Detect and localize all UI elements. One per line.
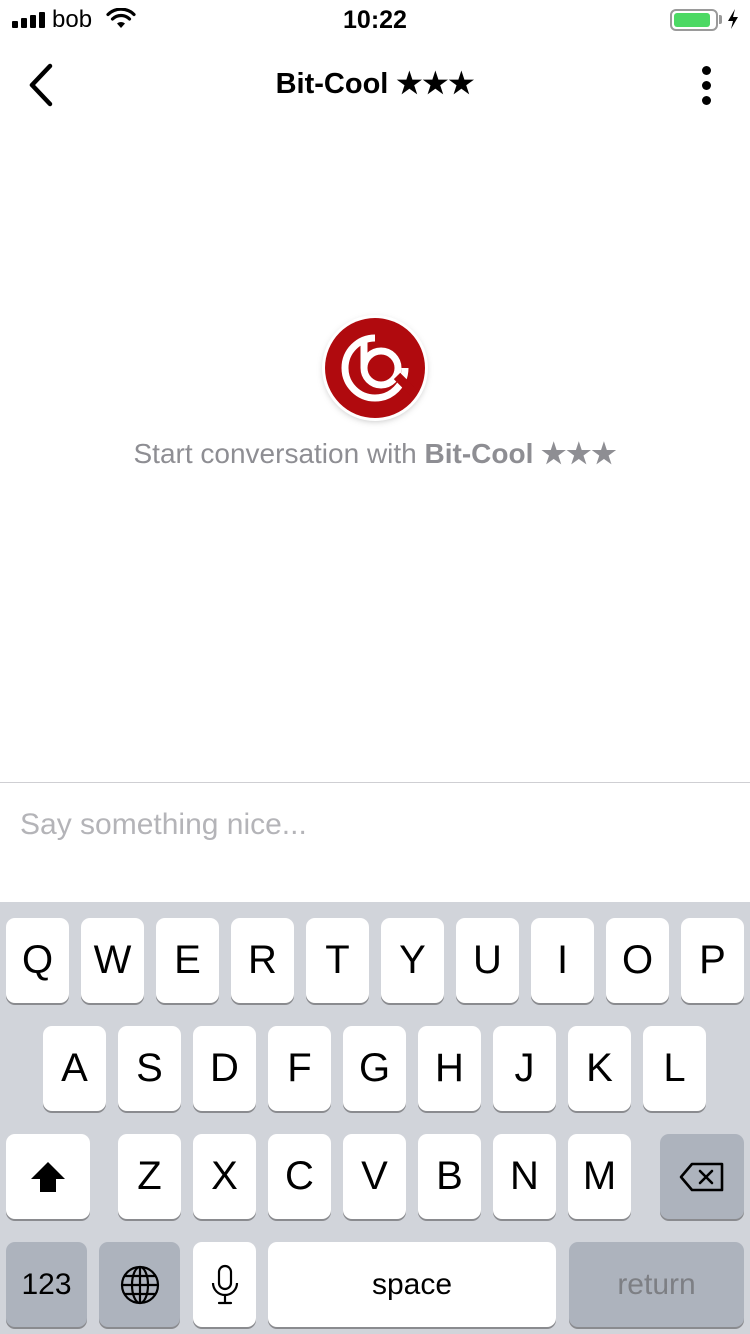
- empty-state-text: Start conversation with Bit-Cool ★★★: [0, 437, 750, 470]
- keyboard: Q W E R T Y U I O P A S D F G H J K L Z …: [0, 902, 750, 1334]
- battery-icon: [670, 9, 718, 31]
- battery-level: [674, 13, 710, 27]
- key-t[interactable]: T: [306, 918, 369, 1003]
- more-dot: [701, 95, 711, 105]
- navigation-bar: Bit-Cool ★★★: [0, 40, 750, 130]
- key-q[interactable]: Q: [6, 918, 69, 1003]
- key-n[interactable]: N: [493, 1134, 556, 1219]
- key-e[interactable]: E: [156, 918, 219, 1003]
- key-y[interactable]: Y: [381, 918, 444, 1003]
- message-composer: [0, 782, 750, 902]
- key-x[interactable]: X: [193, 1134, 256, 1219]
- key-w[interactable]: W: [81, 918, 144, 1003]
- key-k[interactable]: K: [568, 1026, 631, 1111]
- key-r[interactable]: R: [231, 918, 294, 1003]
- key-l[interactable]: L: [643, 1026, 706, 1111]
- globe-icon: [120, 1265, 159, 1304]
- more-dot: [701, 80, 711, 90]
- key-m[interactable]: M: [568, 1134, 631, 1219]
- key-z[interactable]: Z: [118, 1134, 181, 1219]
- key-o[interactable]: O: [606, 918, 669, 1003]
- status-bar: bob 10:22: [0, 0, 750, 40]
- key-c[interactable]: C: [268, 1134, 331, 1219]
- conversation-title: Bit-Cool ★★★: [275, 68, 475, 100]
- microphone-icon: [211, 1264, 238, 1304]
- more-options-button[interactable]: [690, 60, 722, 110]
- key-d[interactable]: D: [193, 1026, 256, 1111]
- shift-icon: [31, 1161, 65, 1192]
- space-key[interactable]: space: [268, 1242, 556, 1327]
- empty-state-prefix: Start conversation with: [133, 438, 417, 469]
- key-s[interactable]: S: [118, 1026, 181, 1111]
- delete-key[interactable]: [660, 1134, 744, 1219]
- key-a[interactable]: A: [43, 1026, 106, 1111]
- globe-key[interactable]: [99, 1242, 180, 1327]
- numbers-key[interactable]: 123: [6, 1242, 87, 1327]
- key-u[interactable]: U: [456, 918, 519, 1003]
- key-b[interactable]: B: [418, 1134, 481, 1219]
- key-h[interactable]: H: [418, 1026, 481, 1111]
- key-p[interactable]: P: [681, 918, 744, 1003]
- shift-key[interactable]: [6, 1134, 90, 1219]
- return-key[interactable]: return: [569, 1242, 744, 1327]
- backspace-icon: [679, 1162, 724, 1191]
- key-g[interactable]: G: [343, 1026, 406, 1111]
- dictation-key[interactable]: [193, 1242, 256, 1327]
- charging-icon: [726, 8, 740, 35]
- status-time: 10:22: [343, 6, 407, 34]
- battery-cap: [719, 15, 722, 24]
- bit-cool-logo: [325, 318, 425, 418]
- key-j[interactable]: J: [493, 1026, 556, 1111]
- key-f[interactable]: F: [268, 1026, 331, 1111]
- message-input[interactable]: [20, 803, 730, 847]
- empty-state-name: Bit-Cool ★★★: [424, 438, 617, 469]
- more-dot: [701, 65, 711, 75]
- key-v[interactable]: V: [343, 1134, 406, 1219]
- key-i[interactable]: I: [531, 918, 594, 1003]
